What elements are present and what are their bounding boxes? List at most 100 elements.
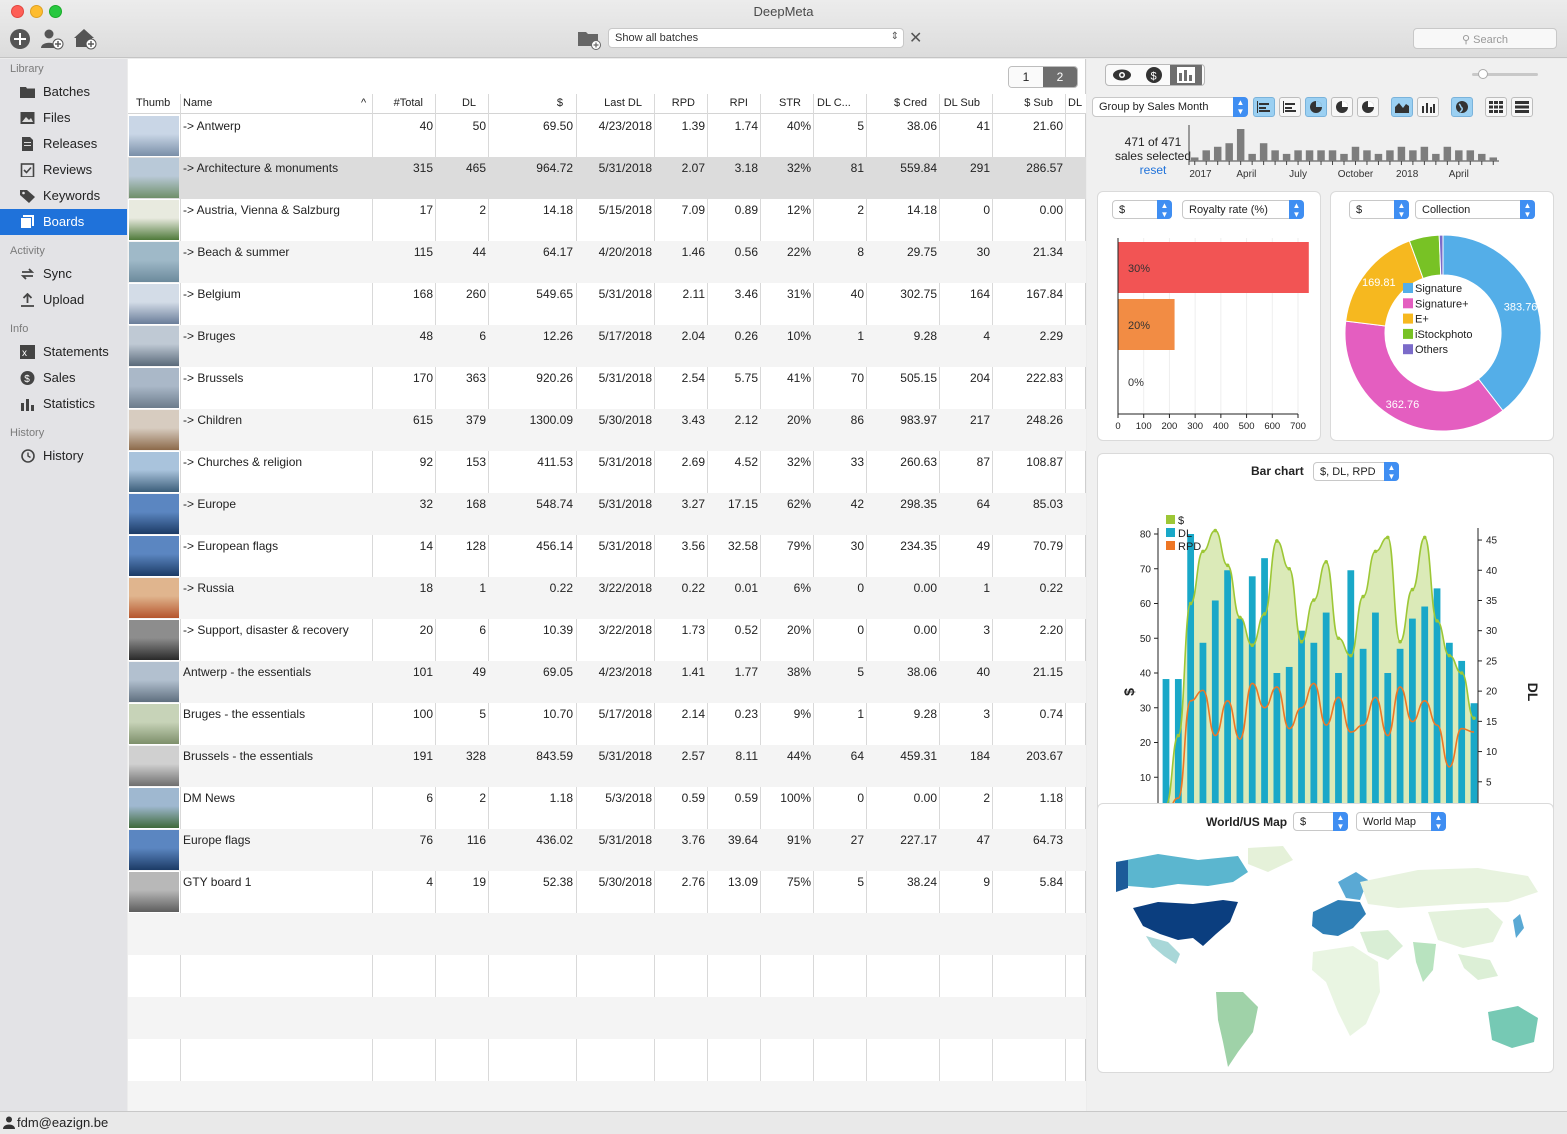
sidebar-item-boards[interactable]: Boards [0, 209, 127, 235]
series-area-point [1422, 535, 1427, 540]
col-header-dl-extra[interactable]: DL [1068, 97, 1082, 109]
collection-dimension-select[interactable]: Collection ▲ ▼ [1415, 200, 1535, 219]
table-row[interactable]: -> Churches & religion 92 153 411.53 5/31/20… [128, 451, 1086, 493]
table-row[interactable]: -> Architecture & monuments 315 465 964.72 5… [128, 157, 1086, 199]
table-row[interactable]: -> Russia 18 1 0.22 3/22/2018 0.22 0.01 6% 0 0.00… [128, 577, 1086, 619]
table-row[interactable]: -> European flags 14 128 456.14 5/31/2018 3.5… [128, 535, 1086, 577]
sidebar-item-sync[interactable]: Sync [0, 261, 127, 287]
table-row[interactable]: Europe flags 76 116 436.02 5/31/2018 3.76 39.6… [128, 829, 1086, 871]
add-user-icon[interactable] [40, 27, 64, 51]
add-circle-icon[interactable] [8, 27, 32, 51]
horizontal-bars-icon[interactable] [1279, 97, 1301, 117]
add-home-icon[interactable] [73, 27, 97, 51]
table-row[interactable]: Bruges - the essentials 100 5 10.70 5/17/201… [128, 703, 1086, 745]
col-header-thumb[interactable]: Thumb [136, 97, 170, 109]
sidebar-item-sales[interactable]: $ Sales [0, 365, 127, 391]
timeline-bar [1489, 157, 1497, 161]
bar-chart-metric-select[interactable]: $, DL, RPD ▲ ▼ [1313, 462, 1399, 481]
table-row[interactable]: -> Belgium 168 260 549.65 5/31/2018 2.11 3.46 3… [128, 283, 1086, 325]
table-row[interactable]: -> Support, disaster & recovery 20 6 10.39 3… [128, 619, 1086, 661]
collection-donut-chart[interactable]: 383.76 362.76 169.81 Signature Signature+ E+ i… [1331, 226, 1555, 440]
eye-icon[interactable] [1106, 65, 1138, 85]
col-header-rpi[interactable]: RPI [708, 97, 748, 109]
col-header-dl-sub[interactable]: DL Sub [940, 97, 980, 109]
horizontal-bars-left-icon[interactable] [1253, 97, 1275, 117]
table-cell: 363 [465, 371, 486, 385]
col-header-dollar-cred[interactable]: $ Cred [868, 97, 927, 109]
sales-timeline-chart[interactable]: 2017 April July October 2018 April [1183, 125, 1503, 181]
table-row[interactable]: -> Antwerp 40 50 69.50 4/23/2018 1.39 1.74 40% 5… [128, 115, 1086, 157]
table-row[interactable]: -> Europe 32 168 548.74 5/31/2018 3.27 17.15 62… [128, 493, 1086, 535]
table-row[interactable]: Brussels - the essentials 191 328 843.59 5/3… [128, 745, 1086, 787]
pie-chart-icon[interactable] [1331, 97, 1353, 117]
col-header-str[interactable]: STR [761, 97, 801, 109]
column-chart-icon[interactable] [1417, 97, 1439, 117]
royalty-dimension-value: Royalty rate (%) [1189, 204, 1268, 216]
table-cell: 0.22 [1039, 581, 1063, 595]
sidebar-item-history[interactable]: History [0, 443, 127, 469]
world-map[interactable] [1098, 842, 1553, 1072]
col-header-dollar-sub[interactable]: $ Sub [993, 97, 1053, 109]
sort-ascending-icon[interactable]: ^ [361, 97, 366, 109]
table-row[interactable]: -> Children 615 379 1300.09 5/30/2018 3.43 2.1… [128, 409, 1086, 451]
area-chart-icon[interactable] [1391, 97, 1413, 117]
clear-filter-icon[interactable]: ✕ [909, 28, 922, 48]
sidebar-item-batches[interactable]: Batches [0, 79, 127, 105]
table-row[interactable]: -> Austria, Vienna & Salzburg 17 2 14.18 5/1… [128, 199, 1086, 241]
royalty-metric-select[interactable]: $ ▲ ▼ [1112, 200, 1172, 219]
table-row[interactable]: -> Beach & summer 115 44 64.17 4/20/2018 1.46… [128, 241, 1086, 283]
col-header-rpd[interactable]: RPD [655, 97, 695, 109]
table-cell: 5/31/2018 [598, 371, 652, 385]
table-row[interactable]: DM News 6 2 1.18 5/3/2018 0.59 0.59 100% 0 0.00 2 1… [128, 787, 1086, 829]
sidebar-section-library: Library [10, 63, 44, 75]
col-header-last-dl[interactable]: Last DL [577, 97, 642, 109]
sidebar-item-reviews[interactable]: Reviews [0, 157, 127, 183]
zoom-slider[interactable] [1472, 69, 1538, 79]
globe-icon[interactable] [1451, 97, 1473, 117]
page-2-button[interactable]: 2 [1043, 67, 1077, 87]
batch-filter-select[interactable]: Show all batches ⇕ [608, 28, 904, 48]
zoom-slider-knob[interactable] [1478, 69, 1488, 79]
col-header-total[interactable]: #Total [373, 97, 423, 109]
group-by-select[interactable]: Group by Sales Month ▲ ▼ [1092, 97, 1248, 117]
royalty-tick-label: 600 [1264, 421, 1280, 432]
map-metric-select[interactable]: $ ▲ ▼ [1293, 812, 1348, 831]
search-field[interactable]: ⚲ Search [1413, 28, 1557, 49]
table-cell: 41% [786, 371, 811, 385]
collection-metric-select[interactable]: $ ▲ ▼ [1349, 200, 1409, 219]
list-view-icon[interactable] [1511, 97, 1533, 117]
table-row[interactable]: Antwerp - the essentials 101 49 69.05 4/23/2… [128, 661, 1086, 703]
dollar-icon[interactable]: $ [1138, 65, 1170, 85]
pie-chart-icon[interactable] [1305, 97, 1327, 117]
sidebar-section-activity: Activity [10, 245, 45, 257]
page-1-button[interactable]: 1 [1009, 67, 1043, 87]
col-header-dollar[interactable]: $ [489, 97, 563, 109]
dl-bar [1211, 600, 1219, 812]
table-row[interactable]: -> Brussels 170 363 920.26 5/31/2018 2.54 5.75… [128, 367, 1086, 409]
sidebar-item-statements[interactable]: x Statements [0, 339, 127, 365]
col-header-name[interactable]: Name [183, 97, 212, 109]
folder-add-icon[interactable] [577, 27, 601, 51]
sidebar-item-keywords[interactable]: Keywords [0, 183, 127, 209]
table-cell: 52.38 [542, 875, 573, 889]
right-tick-label: 20 [1486, 687, 1498, 698]
sidebar-item-files[interactable]: Files [0, 105, 127, 131]
bar-chart-icon[interactable] [1170, 65, 1202, 85]
sidebar-item-releases[interactable]: Releases [0, 131, 127, 157]
col-header-dl[interactable]: DL [436, 97, 476, 109]
pie-chart-icon[interactable] [1357, 97, 1379, 117]
map-type-select[interactable]: World Map ▲ ▼ [1356, 812, 1446, 831]
col-header-dl-cred[interactable]: DL C... [817, 97, 851, 109]
sidebar-item-upload[interactable]: Upload [0, 287, 127, 313]
table-cell: 6 [479, 329, 486, 343]
grid-view-icon[interactable] [1485, 97, 1507, 117]
dl-bar [1273, 673, 1281, 812]
table-row[interactable]: GTY board 1 4 19 52.38 5/30/2018 2.76 13.09 75%… [128, 871, 1086, 913]
royalty-bar-chart[interactable]: 30% 20% 0% 0 100 200 300 400 500 600 700 [1098, 228, 1322, 438]
royalty-dimension-select[interactable]: Royalty rate (%) ▲ ▼ [1182, 200, 1304, 219]
table-row[interactable]: -> Bruges 48 6 12.26 5/17/2018 2.04 0.26 10% 1 9.… [128, 325, 1086, 367]
legend-swatch [1166, 515, 1175, 524]
sales-combo-chart[interactable]: 010203040506070800510152025303540452017A… [1098, 488, 1553, 844]
sidebar-item-statistics[interactable]: Statistics [0, 391, 127, 417]
left-tick-label: 50 [1140, 634, 1152, 645]
